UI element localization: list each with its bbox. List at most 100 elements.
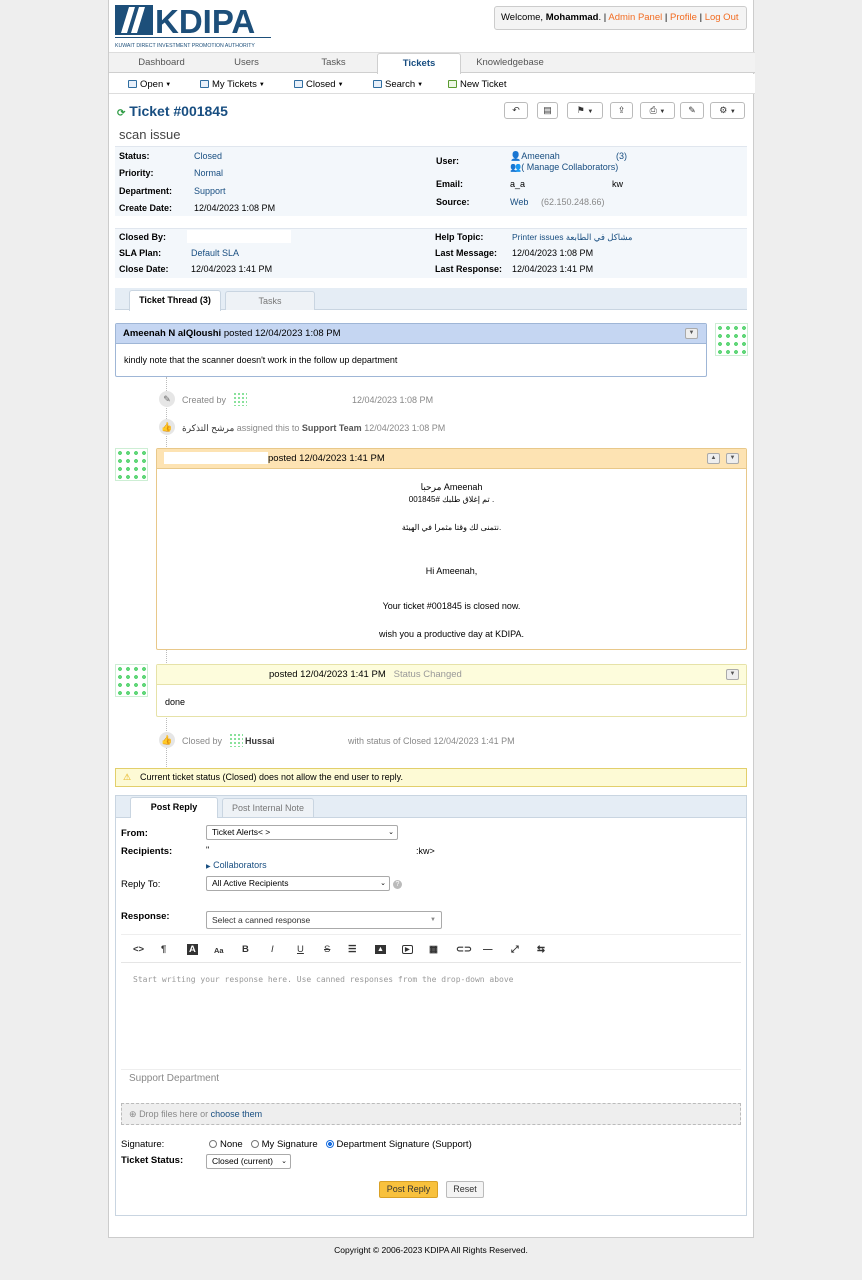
font-size-icon[interactable]: Aa (214, 946, 224, 955)
text-direction-icon[interactable]: ⇆ (537, 944, 545, 955)
reply-warning: ⚠ Current ticket status (Closed) does not… (115, 768, 747, 787)
user-icon: ▲ (710, 455, 717, 461)
response-line: wish you a productive day at KDIPA. (379, 629, 524, 639)
closed-tickets-menu[interactable]: Closed ▼ (294, 79, 344, 90)
email-value-start: a_a (510, 179, 526, 189)
tab-post-internal-note[interactable]: Post Internal Note (222, 798, 314, 817)
choose-files-link[interactable]: choose them (211, 1109, 263, 1119)
close-date-label: Close Date: (119, 264, 169, 274)
help-icon[interactable]: ? (393, 880, 402, 889)
tab-users[interactable]: Users (204, 57, 289, 68)
file-dropzone[interactable]: ⊕ Drop files here or choose them (121, 1103, 741, 1125)
chevron-down-icon: ⌄ (281, 1158, 287, 1165)
reply-to-select[interactable]: All Active Recipients ⌄ (206, 876, 390, 891)
new-ticket-link[interactable]: New Ticket (448, 79, 506, 90)
last-response-value: 12/04/2023 1:41 PM (512, 264, 594, 274)
reply-button[interactable]: ↶ (504, 102, 528, 119)
italic-icon[interactable]: I (271, 944, 274, 955)
ticket-number-title[interactable]: ⟳ Ticket #001845 (117, 103, 228, 119)
entry-header: posted 12/04/2023 1:41 PM Status Changed (157, 665, 746, 685)
entry-user-button[interactable]: ▲ (707, 453, 720, 464)
editor-placeholder[interactable]: Start writing your response here. Use ca… (133, 975, 514, 984)
tab-tickets[interactable]: Tickets (377, 53, 461, 74)
strikethrough-icon[interactable]: S (324, 944, 330, 955)
entry-posted-time: posted 12/04/2023 1:08 PM (221, 328, 341, 339)
logout-link[interactable]: Log Out (705, 12, 739, 23)
search-icon (373, 80, 382, 88)
signature-none-radio[interactable] (209, 1140, 217, 1148)
tab-tasks[interactable]: Tasks (291, 57, 376, 68)
print-doc-button[interactable]: ▤ (537, 102, 558, 119)
font-color-icon[interactable]: A (187, 944, 198, 955)
avatar (115, 664, 148, 697)
ticket-status-select[interactable]: Closed (current) ⌄ (206, 1154, 291, 1169)
signature-department-radio[interactable] (325, 1140, 334, 1148)
event-closed-status: with status of Closed 12/04/2023 1:41 PM (348, 736, 515, 746)
horizontal-rule-icon[interactable]: — (483, 944, 493, 955)
open-tickets-menu[interactable]: Open ▼ (128, 79, 171, 90)
my-tickets-menu[interactable]: My Tickets ▼ (200, 79, 265, 90)
user-icon: 👤 (510, 151, 522, 161)
entry-options-button[interactable]: ▼ (726, 453, 739, 464)
warning-icon: ⚠ (123, 772, 132, 782)
reply-to-value: All Active Recipients (212, 878, 289, 888)
entry-options-button[interactable]: ▼ (685, 328, 698, 339)
tab-dashboard[interactable]: Dashboard (119, 57, 204, 68)
underline-icon[interactable]: U (297, 944, 304, 955)
kdipa-logo[interactable]: KDIPA KUWAIT DIRECT INVESTMENT PROMOTION… (115, 3, 271, 49)
html-code-icon[interactable]: <> (133, 944, 144, 955)
fullscreen-icon[interactable]: ⤢ (511, 944, 519, 955)
post-reply-button[interactable]: Post Reply (379, 1181, 438, 1198)
collaborators-toggle[interactable]: ▶ Collaborators (206, 860, 267, 870)
print-menu-button[interactable]: ⎙ ▼ (640, 102, 675, 119)
sla-plan-value: Default SLA (191, 248, 240, 258)
editor-divider (121, 1069, 741, 1070)
table-icon[interactable]: ▦ (429, 944, 438, 955)
user-ticket-count[interactable]: (3) (616, 151, 627, 161)
user-link[interactable]: 👤Ameenah (510, 151, 560, 162)
event-closed-by: Closed by (182, 736, 223, 746)
paragraph-icon[interactable]: ¶ (161, 944, 166, 955)
canned-response-select[interactable]: Select a canned response ▼ (206, 911, 442, 929)
event-assigned: مرشح التذكرة assigned this to Support Te… (182, 423, 445, 434)
caret-down-icon: ▼ (729, 671, 736, 677)
caret-down-icon: ▼ (165, 82, 172, 88)
search-menu[interactable]: Search ▼ (373, 79, 423, 90)
caret-down-icon: ▼ (258, 82, 265, 88)
bold-icon[interactable]: B (242, 944, 249, 955)
entry-options-button[interactable]: ▼ (726, 669, 739, 680)
link-icon[interactable]: ⊂⊃ (456, 944, 472, 955)
recipients-value-end: :kw> (416, 846, 435, 856)
response-label: Response: (121, 911, 170, 922)
caret-down-icon: ▼ (729, 109, 736, 115)
transfer-button[interactable]: ⇪ (610, 102, 633, 119)
thread-entry-response: posted 12/04/2023 1:41 PM ▲ ▼ مرحبا Amee… (156, 448, 747, 650)
share-icon: ⇪ (617, 105, 626, 115)
tab-post-reply[interactable]: Post Reply (130, 797, 218, 818)
admin-panel-link[interactable]: Admin Panel (608, 12, 662, 23)
settings-menu-button[interactable]: ⚙ ▼ (710, 102, 745, 119)
tab-ticket-thread[interactable]: Ticket Thread (3) (129, 290, 221, 311)
tab-tasks-thread[interactable]: Tasks (225, 291, 315, 310)
signature-department-label: Department Signature (Support) (336, 1139, 472, 1150)
flag-menu-button[interactable]: ⚑ ▼ (567, 102, 603, 119)
profile-link[interactable]: Profile (670, 12, 697, 23)
video-icon[interactable]: ▶ (402, 945, 413, 954)
entry-posted-time: posted 12/04/2023 1:41 PM (268, 453, 385, 464)
priority-value: Normal (194, 168, 224, 178)
reset-button[interactable]: Reset (446, 1181, 484, 1198)
signature-mine-radio[interactable] (250, 1140, 259, 1148)
document-icon: ▤ (543, 105, 552, 115)
source-ip: (62.150.248.66) (541, 197, 605, 207)
tab-knowledgebase[interactable]: Knowledgebase (469, 57, 551, 68)
thread-entry-note: posted 12/04/2023 1:41 PM Status Changed… (156, 664, 747, 717)
image-icon[interactable]: ▲ (375, 945, 386, 954)
manage-collaborators-link[interactable]: 👥( Manage Collaborators) (510, 162, 618, 173)
edit-button[interactable]: ✎ (680, 102, 704, 119)
user-info-bar: Welcome, Mohammad. | Admin Panel | Profi… (494, 6, 747, 30)
list-icon[interactable]: ☰ (348, 944, 357, 955)
from-select[interactable]: Ticket Alerts< > ⌄ (206, 825, 398, 840)
event-closed-by-name: Hussai (245, 736, 275, 746)
caret-down-icon: ▼ (688, 330, 695, 336)
sla-plan-label: SLA Plan: (119, 248, 162, 258)
